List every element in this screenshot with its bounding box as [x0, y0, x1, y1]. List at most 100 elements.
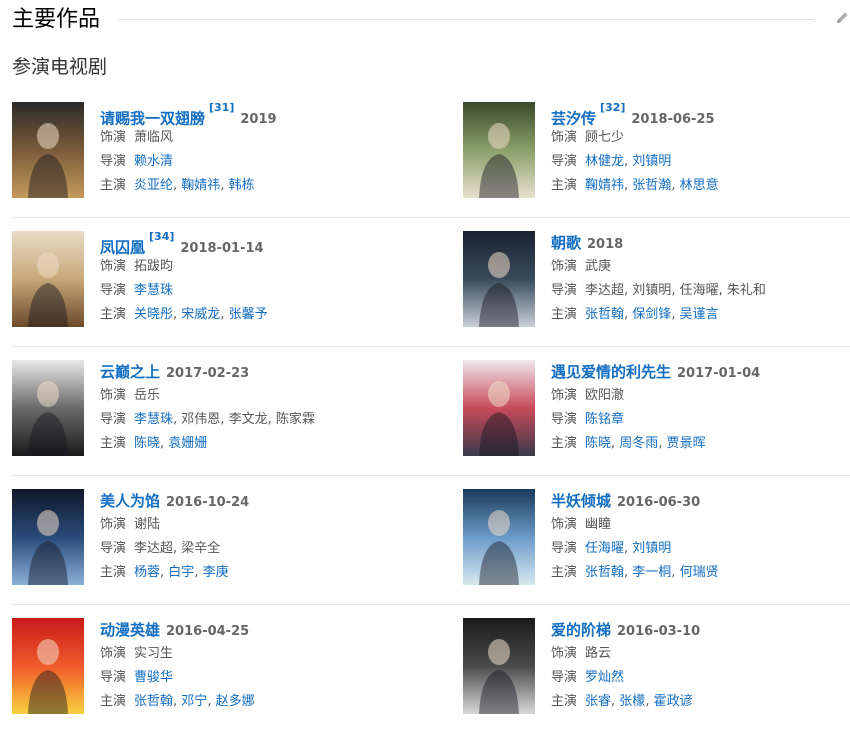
cast-name[interactable]: 赵多娜 [216, 694, 255, 709]
cast-name[interactable]: 李庚 [203, 565, 229, 580]
cast-name[interactable]: 关晓彤 [134, 307, 173, 322]
cast-name[interactable]: 林思意 [680, 178, 719, 193]
director-label: 导演 [551, 541, 578, 556]
work-title-link[interactable]: 半妖倾城 [551, 492, 611, 510]
work-title-link[interactable]: 凤囚凰 [100, 238, 145, 256]
director-name: 陈家霖 [275, 412, 315, 427]
title-line: 请赐我一双翅膀 [31] 2019 [100, 101, 400, 127]
work-title-link[interactable]: 遇见爱情的利先生 [551, 363, 671, 381]
director-name[interactable]: 李慧珠 [134, 283, 173, 298]
cast-name[interactable]: 韩栋 [229, 178, 255, 193]
title-line: 美人为馅 2016-10-24 [100, 489, 400, 513]
name-separator: , [220, 307, 229, 322]
cast-label: 主演 [551, 307, 578, 322]
director-name[interactable]: 林健龙 [585, 154, 624, 169]
role-value: 谢陆 [134, 517, 161, 532]
director-name[interactable]: 李慧珠 [134, 412, 173, 427]
work-title-link[interactable]: 云巅之上 [100, 363, 160, 381]
role-label: 饰演 [100, 517, 127, 532]
cast-name[interactable]: 张哲翰 [585, 307, 624, 322]
work-title-link[interactable]: 请赐我一双翅膀 [100, 109, 205, 127]
citation-link[interactable]: [32] [600, 101, 625, 114]
poster-image[interactable] [12, 231, 84, 327]
cast-name[interactable]: 张檬 [619, 694, 645, 709]
row-divider [12, 475, 850, 476]
work-item: 遇见爱情的利先生 2017-01-04 饰演 欧阳澈 导演 陈铭章 主演 陈晓, 周冬雨, 贾… [463, 360, 850, 460]
role-label: 饰演 [100, 388, 127, 403]
works-row: 凤囚凰[34]2018-01-14 饰演 拓跋昀 导演 李慧珠 主演 关晓彤, 宋威龙, 张… [12, 230, 850, 331]
poster-image[interactable] [12, 102, 84, 198]
director-name[interactable]: 陈铭章 [585, 412, 624, 427]
director-name[interactable]: 任海曜 [585, 541, 624, 556]
director-name[interactable]: 罗灿然 [585, 670, 624, 685]
poster-image[interactable] [463, 231, 535, 327]
work-title-link[interactable]: 动漫英雄 [100, 621, 160, 639]
role-field: 饰演 谢陆 [100, 513, 400, 537]
role-field: 饰演 岳乐 [100, 384, 400, 408]
cast-name[interactable]: 保剑锋 [632, 307, 671, 322]
director-label: 导演 [551, 154, 578, 169]
director-field: 导演 李达超, 刘镇明, 任海曜, 朱礼和 [551, 279, 850, 303]
work-info: 半妖倾城 2016-06-30 饰演 幽瞳 导演 任海曜, 刘镇明 主演 张哲翰, 李一桐, … [551, 489, 850, 585]
cast-name[interactable]: 邓宁 [181, 694, 207, 709]
director-name[interactable]: 赖水清 [134, 154, 173, 169]
poster-image[interactable] [463, 618, 535, 714]
director-field: 导演 曹骏华 [100, 666, 400, 690]
poster-image[interactable] [12, 360, 84, 456]
work-title-link[interactable]: 美人为馅 [100, 492, 160, 510]
cast-name[interactable]: 炎亚纶 [134, 178, 173, 193]
cast-name[interactable]: 张睿 [585, 694, 611, 709]
work-info: 请赐我一双翅膀[31]2019 饰演 萧临风 导演 赖水清 主演 炎亚纶, 鞠婧祎, 韩栋 [100, 101, 400, 198]
cast-name[interactable]: 宋威龙 [181, 307, 220, 322]
role-label: 饰演 [100, 130, 127, 145]
director-name[interactable]: 刘镇明 [632, 154, 671, 169]
cast-name[interactable]: 鞠婧祎 [181, 178, 220, 193]
cast-name[interactable]: 陈晓 [134, 436, 160, 451]
cast-name[interactable]: 张馨予 [229, 307, 268, 322]
poster-image[interactable] [463, 489, 535, 585]
cast-name[interactable]: 吴谨言 [680, 307, 719, 322]
cast-name[interactable]: 李一桐 [632, 565, 671, 580]
cast-name[interactable]: 周冬雨 [619, 436, 658, 451]
cast-name[interactable]: 贾景晖 [667, 436, 706, 451]
work-item: 芸汐传[32]2018-06-25 饰演 顾七少 导演 林健龙, 刘镇明 主演 鞠婧祎, 张… [463, 101, 850, 202]
role-label: 饰演 [100, 646, 127, 661]
work-info: 凤囚凰[34]2018-01-14 饰演 拓跋昀 导演 李慧珠 主演 关晓彤, 宋威龙, 张… [100, 230, 400, 327]
name-separator: , [194, 565, 203, 580]
cast-name[interactable]: 张哲翰 [585, 565, 624, 580]
work-title-link[interactable]: 芸汐传 [551, 109, 596, 127]
poster-image[interactable] [463, 102, 535, 198]
role-label: 饰演 [551, 517, 578, 532]
director-name[interactable]: 曹骏华 [134, 670, 173, 685]
director-label: 导演 [100, 154, 127, 169]
citation-link[interactable]: [34] [149, 230, 174, 243]
director-name[interactable]: 刘镇明 [632, 541, 671, 556]
citation-link[interactable]: [31] [209, 101, 234, 114]
cast-name[interactable]: 袁姗姗 [168, 436, 207, 451]
work-title-link[interactable]: 朝歌 [551, 234, 581, 252]
role-label: 饰演 [551, 130, 578, 145]
cast-name[interactable]: 张哲翰 [134, 694, 173, 709]
role-value: 萧临风 [134, 130, 174, 145]
cast-name[interactable]: 张哲瀚 [632, 178, 671, 193]
cast-name[interactable]: 霍政谚 [654, 694, 693, 709]
poster-image[interactable] [463, 360, 535, 456]
role-label: 饰演 [551, 646, 578, 661]
director-name: 朱礼和 [726, 283, 766, 298]
name-separator: , [207, 694, 216, 709]
cast-name[interactable]: 陈晓 [585, 436, 611, 451]
cast-field: 主演 关晓彤, 宋威龙, 张馨予 [100, 303, 400, 327]
cast-name[interactable]: 杨蓉 [134, 565, 160, 580]
cast-name[interactable]: 白宇 [168, 565, 194, 580]
cast-name[interactable]: 鞠婧祎 [585, 178, 624, 193]
name-separator: , [220, 178, 229, 193]
poster-image[interactable] [12, 618, 84, 714]
pencil-icon[interactable] [834, 10, 850, 26]
cast-name[interactable]: 何瑞贤 [680, 565, 719, 580]
work-title-link[interactable]: 爱的阶梯 [551, 621, 611, 639]
cast-field: 主演 鞠婧祎, 张哲瀚, 林思意 [551, 174, 850, 198]
title-line: 爱的阶梯 2016-03-10 [551, 618, 850, 642]
poster-image[interactable] [12, 489, 84, 585]
cast-field: 主演 炎亚纶, 鞠婧祎, 韩栋 [100, 174, 400, 198]
work-info: 动漫英雄 2016-04-25 饰演 实习生 导演 曹骏华 主演 张哲翰, 邓宁, 赵多娜 [100, 618, 400, 714]
